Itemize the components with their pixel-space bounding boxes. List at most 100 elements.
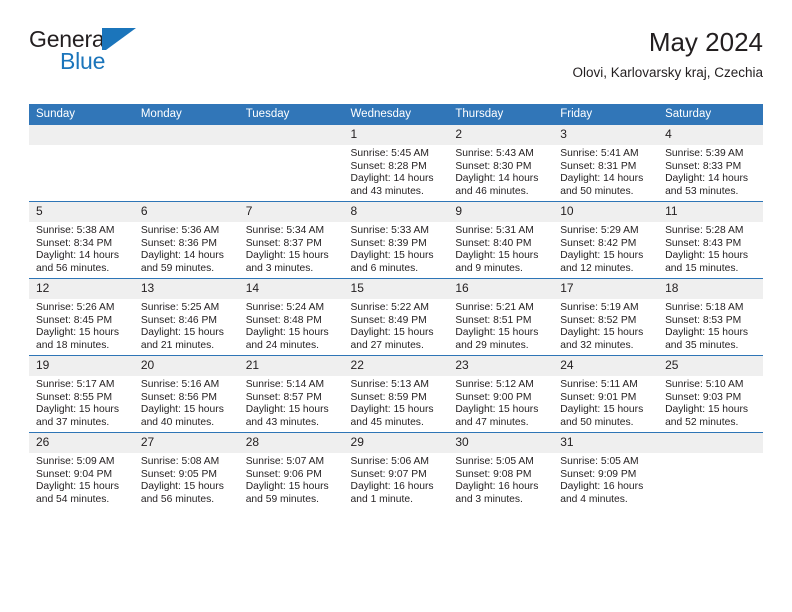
sunrise-text: Sunrise: 5:10 AM [665, 379, 744, 390]
daylight-text: Daylight: 16 hours and 1 minute. [350, 481, 434, 505]
sunset-text: Sunset: 9:04 PM [36, 468, 113, 480]
day-details: Sunrise: 5:11 AM Sunset: 9:01 PM Daylight:… [553, 376, 658, 429]
calendar-day-cell[interactable]: 2 Sunrise: 5:43 AM Sunset: 8:30 PM Daylight… [448, 125, 554, 202]
calendar-day-cell[interactable]: 1 Sunrise: 5:45 AM Sunset: 8:28 PM Daylight… [343, 125, 449, 202]
weekday-header-saturday: Saturday [658, 104, 763, 125]
day-number: 31 [553, 433, 659, 453]
calendar-day-cell[interactable]: 3 Sunrise: 5:41 AM Sunset: 8:31 PM Daylight… [553, 125, 659, 202]
daylight-text: Daylight: 14 hours and 56 minutes. [36, 250, 119, 274]
sunset-text: Sunset: 8:42 PM [560, 237, 637, 249]
daylight-text: Daylight: 14 hours and 59 minutes. [140, 250, 224, 274]
calendar-day-cell[interactable]: 6 Sunrise: 5:36 AM Sunset: 8:36 PM Daylight… [133, 201, 239, 279]
sunrise-text: Sunrise: 5:25 AM [140, 302, 220, 313]
calendar-day-cell[interactable]: 30 Sunrise: 5:05 AM Sunset: 9:08 PM Dayligh… [448, 432, 554, 509]
sunset-text: Sunset: 9:07 PM [350, 468, 427, 480]
sunset-text: Sunset: 9:09 PM [560, 468, 637, 480]
calendar-day-cell[interactable]: 5 Sunrise: 5:38 AM Sunset: 8:34 PM Daylight… [29, 201, 134, 279]
daylight-text: Daylight: 14 hours and 43 minutes. [350, 173, 434, 197]
day-details: Sunrise: 5:29 AM Sunset: 8:42 PM Daylight:… [553, 222, 658, 275]
calendar-day-cell[interactable]: 9 Sunrise: 5:31 AM Sunset: 8:40 PM Daylight… [448, 201, 554, 279]
calendar-week-row: 19 Sunrise: 5:17 AM Sunset: 8:55 PM Dayligh… [29, 355, 763, 433]
sunset-text: Sunset: 8:31 PM [560, 160, 637, 172]
day-details: Sunrise: 5:19 AM Sunset: 8:52 PM Daylight:… [553, 299, 658, 352]
sunrise-text: Sunrise: 5:45 AM [350, 148, 429, 159]
calendar-day-cell[interactable]: 24 Sunrise: 5:11 AM Sunset: 9:01 PM Dayligh… [553, 355, 659, 433]
daylight-text: Daylight: 15 hours and 32 minutes. [560, 327, 644, 351]
calendar-day-cell[interactable]: 25 Sunrise: 5:10 AM Sunset: 9:03 PM Dayligh… [658, 355, 763, 433]
calendar-day-cell[interactable]: 22 Sunrise: 5:13 AM Sunset: 8:59 PM Dayligh… [343, 355, 449, 433]
calendar-day-cell[interactable]: 18 Sunrise: 5:18 AM Sunset: 8:53 PM Dayligh… [658, 278, 763, 356]
daylight-text: Daylight: 15 hours and 21 minutes. [140, 327, 224, 351]
weekday-header-sunday: Sunday [29, 104, 134, 125]
calendar-day-cell[interactable]: 12 Sunrise: 5:26 AM Sunset: 8:45 PM Dayligh… [29, 278, 134, 356]
calendar-day-cell[interactable]: 15 Sunrise: 5:22 AM Sunset: 8:49 PM Dayligh… [343, 278, 449, 356]
sunset-text: Sunset: 8:59 PM [350, 391, 427, 403]
calendar-day-cell-empty [29, 125, 134, 202]
calendar-day-cell[interactable]: 4 Sunrise: 5:39 AM Sunset: 8:33 PM Daylight… [658, 125, 763, 202]
sunrise-text: Sunrise: 5:19 AM [560, 302, 639, 313]
weekday-header-row: Sunday Monday Tuesday Wednesday Thursday Frid… [29, 104, 763, 125]
day-details: Sunrise: 5:10 AM Sunset: 9:03 PM Daylight:… [658, 376, 763, 429]
calendar-day-cell[interactable]: 11 Sunrise: 5:28 AM Sunset: 8:43 PM Dayligh… [658, 201, 763, 279]
calendar-day-cell[interactable]: 23 Sunrise: 5:12 AM Sunset: 9:00 PM Dayligh… [448, 355, 554, 433]
day-number: 12 [29, 279, 134, 299]
calendar-day-cell[interactable]: 13 Sunrise: 5:25 AM Sunset: 8:46 PM Dayligh… [133, 278, 239, 356]
calendar-day-cell[interactable]: 10 Sunrise: 5:29 AM Sunset: 8:42 PM Dayligh… [553, 201, 659, 279]
day-details: Sunrise: 5:07 AM Sunset: 9:06 PM Daylight:… [239, 453, 344, 506]
sunset-text: Sunset: 9:01 PM [560, 391, 637, 403]
daylight-text: Daylight: 15 hours and 47 minutes. [455, 404, 539, 428]
weekday-header-tuesday: Tuesday [238, 104, 344, 125]
calendar-week-row: 1 Sunrise: 5:45 AM Sunset: 8:28 PM Daylight… [29, 125, 763, 202]
sunrise-text: Sunrise: 5:08 AM [140, 456, 220, 467]
daylight-text: Daylight: 14 hours and 53 minutes. [665, 173, 749, 197]
calendar-day-cell[interactable]: 27 Sunrise: 5:08 AM Sunset: 9:05 PM Dayligh… [133, 432, 239, 509]
sunrise-text: Sunrise: 5:41 AM [560, 148, 639, 159]
daylight-text: Daylight: 15 hours and 6 minutes. [350, 250, 434, 274]
calendar-day-cell[interactable]: 26 Sunrise: 5:09 AM Sunset: 9:04 PM Dayligh… [29, 432, 134, 509]
calendar-day-cell[interactable]: 19 Sunrise: 5:17 AM Sunset: 8:55 PM Dayligh… [29, 355, 134, 433]
sunset-text: Sunset: 8:34 PM [36, 237, 113, 249]
sunrise-text: Sunrise: 5:09 AM [36, 456, 115, 467]
logo-triangle-icon [102, 28, 140, 50]
sunrise-text: Sunrise: 5:43 AM [455, 148, 534, 159]
calendar-day-cell[interactable]: 21 Sunrise: 5:14 AM Sunset: 8:57 PM Dayligh… [238, 355, 344, 433]
day-number: 22 [343, 356, 449, 376]
sunrise-text: Sunrise: 5:26 AM [36, 302, 115, 313]
sunset-text: Sunset: 8:33 PM [665, 160, 742, 172]
sunrise-text: Sunrise: 5:38 AM [36, 225, 115, 236]
sunset-text: Sunset: 8:37 PM [245, 237, 322, 249]
calendar-day-cell[interactable]: 20 Sunrise: 5:16 AM Sunset: 8:56 PM Dayligh… [133, 355, 239, 433]
day-details: Sunrise: 5:25 AM Sunset: 8:46 PM Daylight:… [134, 299, 239, 352]
calendar-day-cell[interactable]: 7 Sunrise: 5:34 AM Sunset: 8:37 PM Daylight… [238, 201, 344, 279]
sunset-text: Sunset: 8:48 PM [245, 314, 322, 326]
sunrise-text: Sunrise: 5:39 AM [665, 148, 744, 159]
sunset-text: Sunset: 8:36 PM [140, 237, 217, 249]
calendar-day-cell[interactable]: 28 Sunrise: 5:07 AM Sunset: 9:06 PM Dayligh… [238, 432, 344, 509]
sunrise-text: Sunrise: 5:34 AM [245, 225, 325, 236]
calendar-day-cell[interactable]: 16 Sunrise: 5:21 AM Sunset: 8:51 PM Dayligh… [448, 278, 554, 356]
sunset-text: Sunset: 8:28 PM [350, 160, 427, 172]
day-number: 8 [343, 202, 449, 222]
sunrise-text: Sunrise: 5:29 AM [560, 225, 639, 236]
day-details: Sunrise: 5:34 AM Sunset: 8:37 PM Daylight:… [239, 222, 344, 275]
sunset-text: Sunset: 9:00 PM [455, 391, 532, 403]
day-number: 18 [658, 279, 763, 299]
day-details: Sunrise: 5:39 AM Sunset: 8:33 PM Daylight:… [658, 145, 763, 198]
sunrise-text: Sunrise: 5:24 AM [245, 302, 325, 313]
day-number: 26 [29, 433, 134, 453]
day-number: 15 [343, 279, 449, 299]
daylight-text: Daylight: 15 hours and 40 minutes. [140, 404, 224, 428]
page-title: May 2024 [648, 27, 763, 57]
calendar-day-cell[interactable]: 31 Sunrise: 5:05 AM Sunset: 9:09 PM Dayligh… [553, 432, 659, 509]
daylight-text: Daylight: 15 hours and 59 minutes. [245, 481, 329, 505]
calendar-day-cell[interactable]: 14 Sunrise: 5:24 AM Sunset: 8:48 PM Dayligh… [238, 278, 344, 356]
day-number: 13 [133, 279, 239, 299]
sunset-text: Sunset: 8:55 PM [36, 391, 113, 403]
day-number: 23 [448, 356, 554, 376]
calendar-day-cell[interactable]: 17 Sunrise: 5:19 AM Sunset: 8:52 PM Dayligh… [553, 278, 659, 356]
logo-text-blue: Blue [60, 48, 106, 74]
day-details: Sunrise: 5:22 AM Sunset: 8:49 PM Daylight:… [344, 299, 449, 352]
calendar-day-cell[interactable]: 29 Sunrise: 5:06 AM Sunset: 9:07 PM Dayligh… [343, 432, 449, 509]
calendar-day-cell-empty [658, 432, 763, 509]
calendar-day-cell[interactable]: 8 Sunrise: 5:33 AM Sunset: 8:39 PM Daylight… [343, 201, 449, 279]
